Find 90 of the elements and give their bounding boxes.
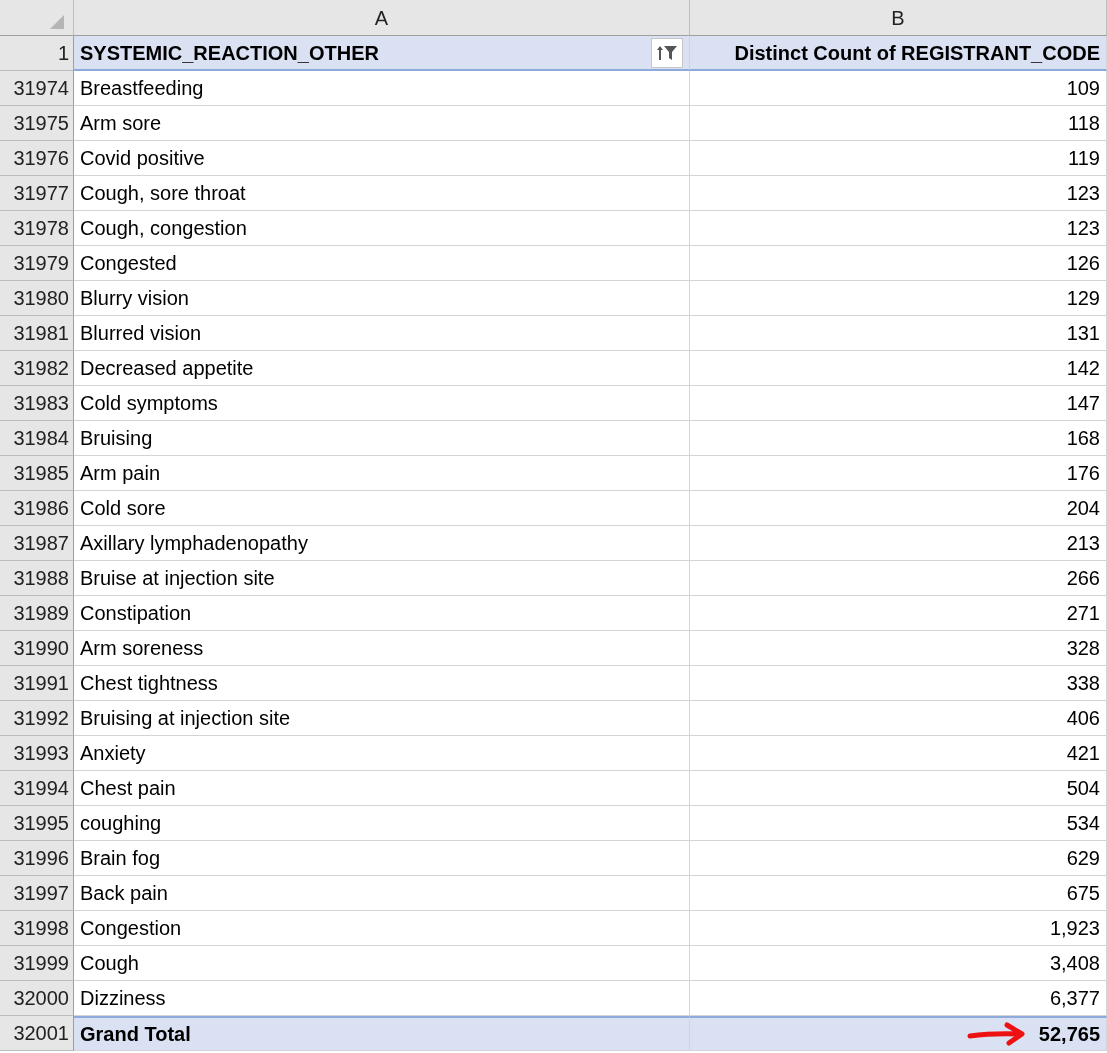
- table-cell: Arm soreness: [74, 631, 690, 666]
- row-number[interactable]: 31990: [0, 631, 74, 666]
- table-cell: Cough, sore throat: [74, 176, 690, 211]
- row-number[interactable]: 31988: [0, 561, 74, 596]
- table-cell: Axillary lymphadenopathy: [74, 526, 690, 561]
- table-cell: 1,923: [690, 911, 1107, 946]
- row-number[interactable]: 31974: [0, 71, 74, 106]
- table-cell: Brain fog: [74, 841, 690, 876]
- table-cell: 168: [690, 421, 1107, 456]
- table-cell: Congested: [74, 246, 690, 281]
- row-number[interactable]: 31989: [0, 596, 74, 631]
- row-number[interactable]: 31980: [0, 281, 74, 316]
- table-cell: 504: [690, 771, 1107, 806]
- table-cell: Cold symptoms: [74, 386, 690, 421]
- corner-triangle-icon: [49, 14, 64, 29]
- total-value: 52,765: [1038, 1022, 1100, 1047]
- table-cell: Blurry vision: [74, 281, 690, 316]
- row-number[interactable]: 31986: [0, 491, 74, 526]
- table-cell: Blurred vision: [74, 316, 690, 351]
- row-number[interactable]: 31994: [0, 771, 74, 806]
- row-number[interactable]: 31983: [0, 386, 74, 421]
- row-number[interactable]: 31997: [0, 876, 74, 911]
- table-cell: 204: [690, 491, 1107, 526]
- table-cell: 126: [690, 246, 1107, 281]
- table-cell: 123: [690, 176, 1107, 211]
- table-cell: Arm pain: [74, 456, 690, 491]
- table-cell: Decreased appetite: [74, 351, 690, 386]
- table-cell: Bruising: [74, 421, 690, 456]
- table-cell: Bruise at injection site: [74, 561, 690, 596]
- filter-icon: [656, 43, 678, 62]
- table-cell: 118: [690, 106, 1107, 141]
- table-cell: 406: [690, 701, 1107, 736]
- row-number[interactable]: 31992: [0, 701, 74, 736]
- row-number[interactable]: 31984: [0, 421, 74, 456]
- table-cell: 109: [690, 71, 1107, 106]
- table-cell: 119: [690, 141, 1107, 176]
- table-cell: 338: [690, 666, 1107, 701]
- row-number[interactable]: 31979: [0, 246, 74, 281]
- row-number[interactable]: 31996: [0, 841, 74, 876]
- table-cell: 131: [690, 316, 1107, 351]
- sort-filter-button[interactable]: [651, 37, 683, 68]
- table-cell: Constipation: [74, 596, 690, 631]
- row-number[interactable]: 31981: [0, 316, 74, 351]
- row-number[interactable]: 31977: [0, 176, 74, 211]
- table-cell: 213: [690, 526, 1107, 561]
- table-cell: 176: [690, 456, 1107, 491]
- table-cell: 271: [690, 596, 1107, 631]
- table-cell: Arm sore: [74, 106, 690, 141]
- row-number[interactable]: 31975: [0, 106, 74, 141]
- column-header[interactable]: A: [74, 0, 690, 36]
- table-cell: 129: [690, 281, 1107, 316]
- row-number[interactable]: 31985: [0, 456, 74, 491]
- row-number[interactable]: 31978: [0, 211, 74, 246]
- table-cell: 421: [690, 736, 1107, 771]
- table-cell: 123: [690, 211, 1107, 246]
- table-cell: Covid positive: [74, 141, 690, 176]
- row-number[interactable]: 31991: [0, 666, 74, 701]
- table-cell: Anxiety: [74, 736, 690, 771]
- table-cell: Cough, congestion: [74, 211, 690, 246]
- table-cell: Bruising at injection site: [74, 701, 690, 736]
- table-cell: 147: [690, 386, 1107, 421]
- table-cell: 675: [690, 876, 1107, 911]
- header-label: Distinct Count of REGISTRANT_CODE: [690, 36, 1107, 71]
- table-cell: 266: [690, 561, 1107, 596]
- row-number[interactable]: 31982: [0, 351, 74, 386]
- table-cell: Cough: [74, 946, 690, 981]
- row-number[interactable]: 31995: [0, 806, 74, 841]
- table-cell: 534: [690, 806, 1107, 841]
- row-number[interactable]: 32000: [0, 981, 74, 1016]
- table-cell: 3,408: [690, 946, 1107, 981]
- row-number[interactable]: 31998: [0, 911, 74, 946]
- table-cell: Congestion: [74, 911, 690, 946]
- table-cell: Cold sore: [74, 491, 690, 526]
- table-cell: Chest tightness: [74, 666, 690, 701]
- table-cell: Chest pain: [74, 771, 690, 806]
- header-label: SYSTEMIC_REACTION_OTHER: [80, 40, 379, 66]
- total-label: Grand Total: [74, 1016, 690, 1051]
- row-number[interactable]: 31993: [0, 736, 74, 771]
- row-number[interactable]: 31999: [0, 946, 74, 981]
- row-number[interactable]: 1: [0, 36, 74, 71]
- table-cell: Back pain: [74, 876, 690, 911]
- column-header[interactable]: B: [690, 0, 1107, 36]
- row-number[interactable]: 31976: [0, 141, 74, 176]
- table-cell: 328: [690, 631, 1107, 666]
- table-cell: 142: [690, 351, 1107, 386]
- table-cell: coughing: [74, 806, 690, 841]
- table-cell: Breastfeeding: [74, 71, 690, 106]
- table-cell: 629: [690, 841, 1107, 876]
- row-number[interactable]: 32001: [0, 1016, 74, 1051]
- row-number[interactable]: 31987: [0, 526, 74, 561]
